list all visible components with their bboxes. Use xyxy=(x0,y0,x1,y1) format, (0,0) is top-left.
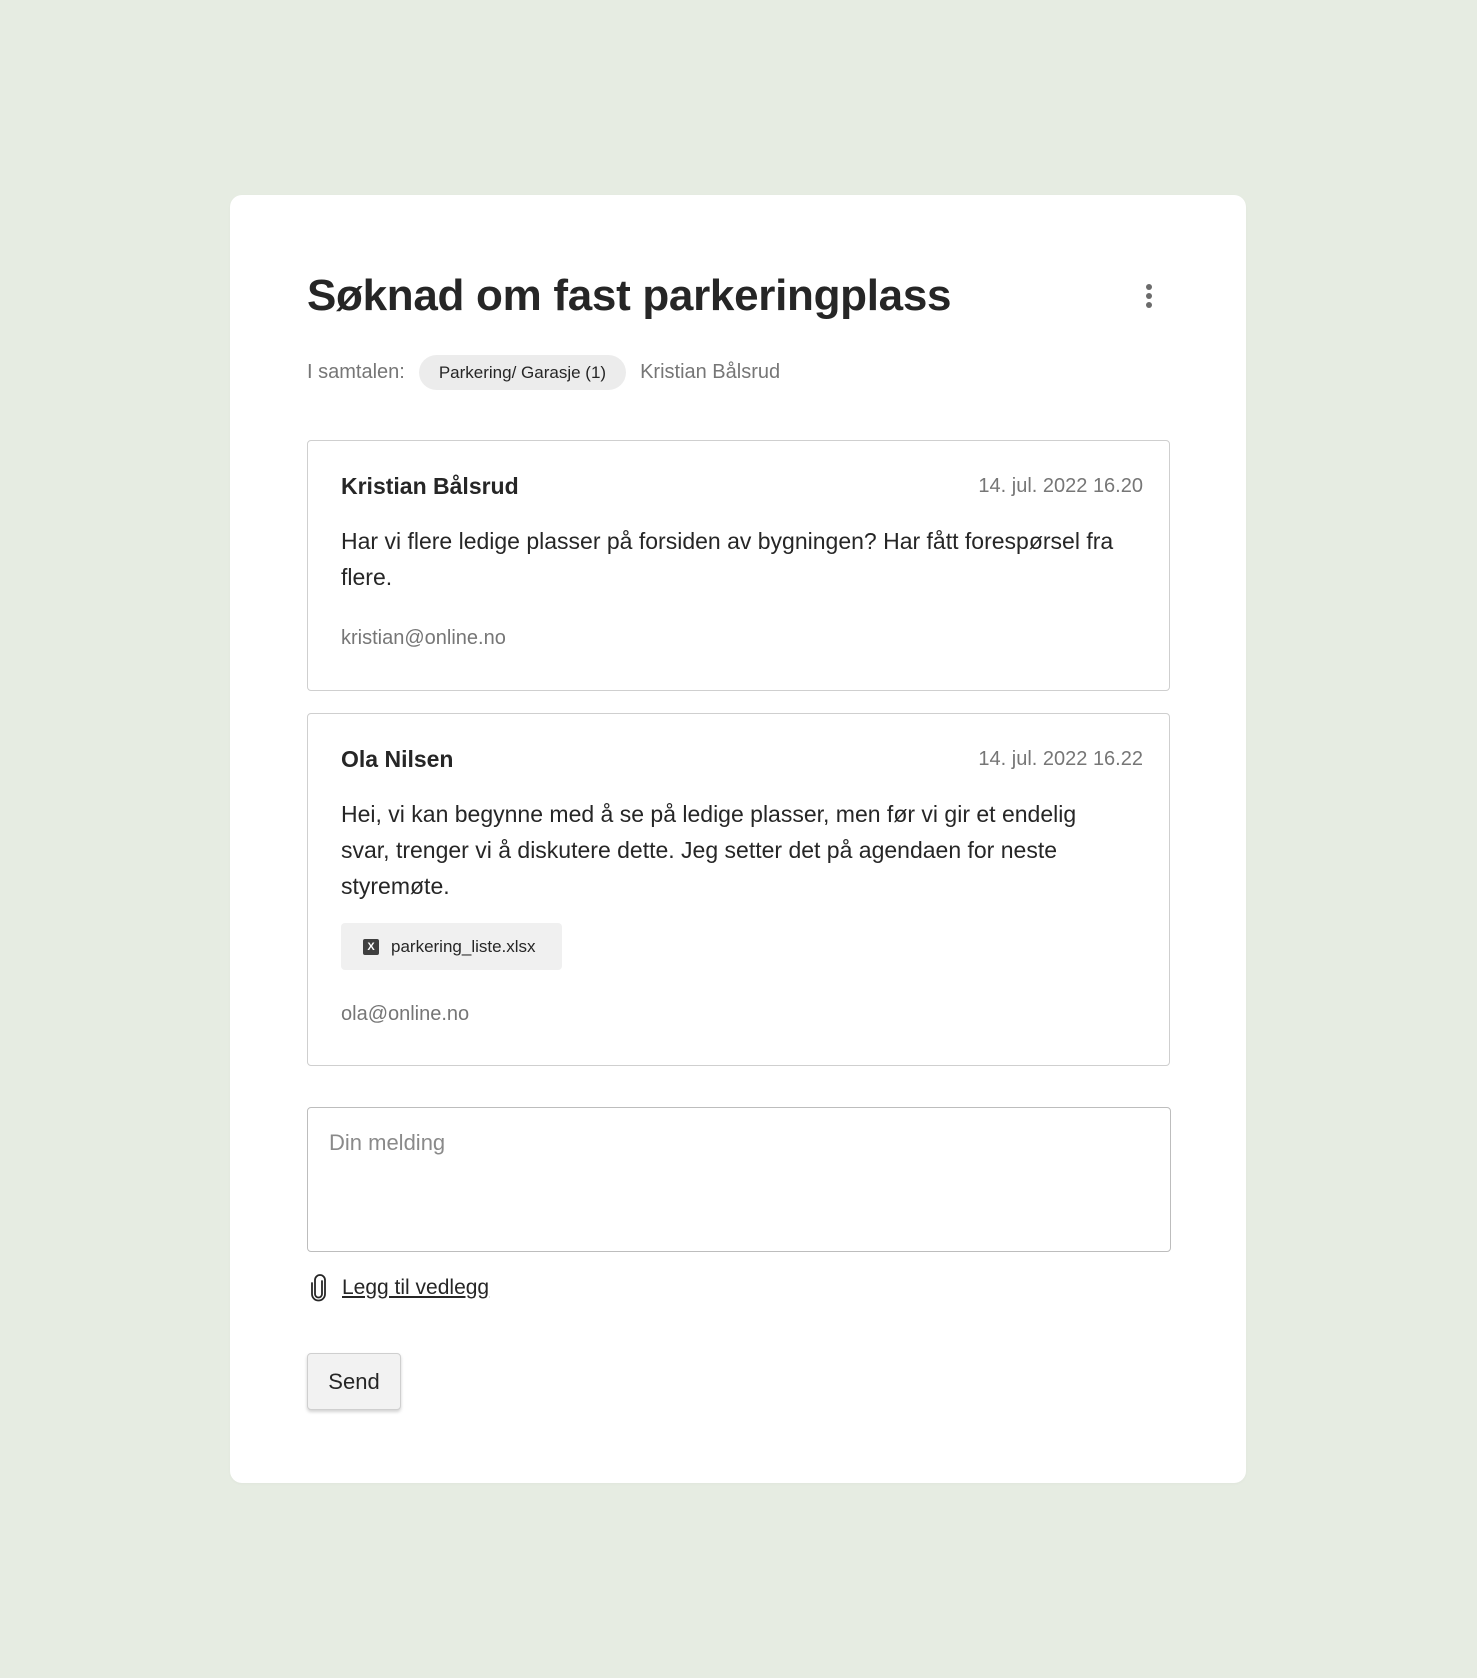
attachment-filename: parkering_liste.xlsx xyxy=(391,936,536,956)
conversation-card: Søknad om fast parkeringplass I samtalen… xyxy=(230,195,1246,1483)
message-timestamp: 14. jul. 2022 16.20 xyxy=(978,475,1143,497)
participants-label: I samtalen: xyxy=(307,361,405,383)
message-card: Kristian Bålsrud 14. jul. 2022 16.20 Har… xyxy=(307,440,1170,691)
participant-name: Kristian Bålsrud xyxy=(640,361,781,383)
message-timestamp: 14. jul. 2022 16.22 xyxy=(978,748,1143,770)
excel-file-icon: X xyxy=(363,938,379,955)
page-title: Søknad om fast parkeringplass xyxy=(307,271,952,320)
participants-row: I samtalen: Parkering/ Garasje (1) Krist… xyxy=(307,355,780,390)
message-author: Ola Nilsen xyxy=(341,746,454,772)
message-body: Hei, vi kan begynne med å se på ledige p… xyxy=(341,801,1077,899)
send-button[interactable]: Send xyxy=(307,1353,401,1410)
attachment-file[interactable]: X parkering_liste.xlsx xyxy=(341,923,562,970)
message-email: kristian@online.no xyxy=(341,627,506,649)
message-email: ola@online.no xyxy=(341,1003,470,1025)
message-input[interactable] xyxy=(307,1107,1171,1252)
add-attachment-label[interactable]: Legg til vedlegg xyxy=(342,1276,489,1300)
paperclip-icon xyxy=(311,1274,326,1302)
message-body: Har vi flere ledige plasser på forsiden … xyxy=(341,528,1114,590)
add-attachment-link[interactable]: Legg til vedlegg xyxy=(309,1272,489,1304)
message-card: Ola Nilsen 14. jul. 2022 16.22 Hei, vi k… xyxy=(307,713,1170,1066)
more-options-icon[interactable] xyxy=(1142,284,1156,314)
group-chip[interactable]: Parkering/ Garasje (1) xyxy=(418,355,627,390)
message-author: Kristian Bålsrud xyxy=(341,473,519,499)
